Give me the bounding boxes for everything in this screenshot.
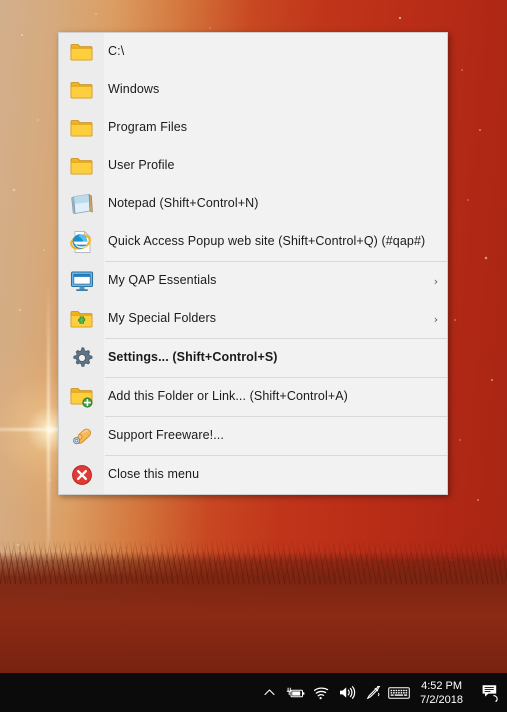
quick-access-popup-menu[interactable]: C:\ Windows Program Files User Profile N… bbox=[58, 32, 448, 495]
wifi-icon[interactable] bbox=[308, 673, 334, 712]
menu-item-label: User Profile bbox=[108, 158, 175, 173]
menu-item-add-folder-or-link[interactable]: Add this Folder or Link... (Shift+Contro… bbox=[59, 378, 447, 416]
menu-item-c-drive[interactable]: C:\ bbox=[59, 33, 447, 71]
volume-icon[interactable] bbox=[334, 673, 360, 712]
folder-icon bbox=[59, 33, 104, 71]
show-hidden-icons-chevron-icon[interactable] bbox=[256, 673, 282, 712]
menu-item-qap-web-site[interactable]: Quick Access Popup web site (Shift+Contr… bbox=[59, 223, 447, 261]
notepad-icon bbox=[59, 185, 104, 223]
action-center-icon[interactable] bbox=[473, 673, 507, 712]
menu-item-label: My QAP Essentials bbox=[108, 273, 217, 288]
internet-explorer-icon bbox=[59, 223, 104, 261]
chevron-right-icon: › bbox=[433, 274, 439, 288]
gear-icon bbox=[59, 339, 104, 377]
menu-item-close-menu[interactable]: Close this menu bbox=[59, 456, 447, 494]
menu-item-label: Program Files bbox=[108, 120, 188, 135]
folder-icon bbox=[59, 109, 104, 147]
menu-item-label: C:\ bbox=[108, 44, 125, 59]
menu-item-support-freeware[interactable]: Support Freeware!... bbox=[59, 417, 447, 455]
chevron-right-icon: › bbox=[433, 312, 439, 326]
menu-item-label: Windows bbox=[108, 82, 160, 97]
clock-date: 7/2/2018 bbox=[420, 693, 463, 706]
folder-icon bbox=[59, 147, 104, 185]
close-circle-icon bbox=[59, 456, 104, 494]
menu-item-label: Settings... (Shift+Control+S) bbox=[108, 350, 278, 365]
donate-hand-icon bbox=[59, 417, 104, 455]
taskbar[interactable]: 4:52 PM 7/2/2018 bbox=[0, 673, 507, 712]
menu-item-windows[interactable]: Windows bbox=[59, 71, 447, 109]
menu-item-settings[interactable]: Settings... (Shift+Control+S) bbox=[59, 339, 447, 377]
desktop[interactable]: C:\ Windows Program Files User Profile N… bbox=[0, 0, 507, 712]
menu-item-label: My Special Folders bbox=[108, 311, 217, 326]
menu-item-my-special-folders[interactable]: My Special Folders › bbox=[59, 300, 447, 338]
menu-item-label: Close this menu bbox=[108, 467, 200, 482]
battery-charging-icon[interactable] bbox=[282, 673, 308, 712]
special-folder-icon bbox=[59, 300, 104, 338]
monitor-icon bbox=[59, 262, 104, 300]
menu-item-label: Quick Access Popup web site (Shift+Contr… bbox=[108, 234, 426, 249]
system-tray[interactable] bbox=[256, 673, 412, 712]
menu-item-label: Support Freeware!... bbox=[108, 428, 224, 443]
taskbar-clock[interactable]: 4:52 PM 7/2/2018 bbox=[412, 673, 473, 712]
menu-item-program-files[interactable]: Program Files bbox=[59, 109, 447, 147]
folder-icon bbox=[59, 71, 104, 109]
menu-item-user-profile[interactable]: User Profile bbox=[59, 147, 447, 185]
folder-add-icon bbox=[59, 378, 104, 416]
menu-item-my-qap-essentials[interactable]: My QAP Essentials › bbox=[59, 262, 447, 300]
menu-item-label: Add this Folder or Link... (Shift+Contro… bbox=[108, 389, 348, 404]
clock-time: 4:52 PM bbox=[421, 679, 463, 692]
pen-workspace-icon[interactable] bbox=[360, 673, 386, 712]
menu-item-notepad[interactable]: Notepad (Shift+Control+N) bbox=[59, 185, 447, 223]
wallpaper-grass-tufts bbox=[0, 540, 507, 584]
touch-keyboard-icon[interactable] bbox=[386, 673, 412, 712]
menu-item-label: Notepad (Shift+Control+N) bbox=[108, 196, 259, 211]
